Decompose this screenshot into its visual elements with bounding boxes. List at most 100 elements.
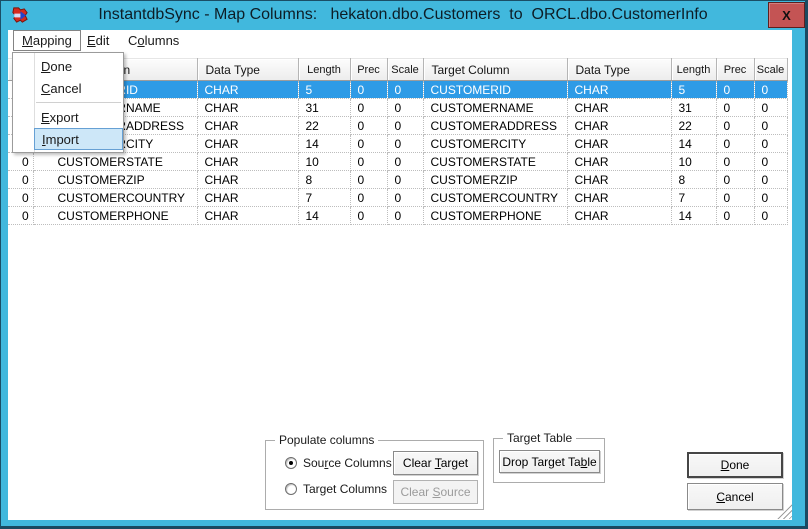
source-columns-radio[interactable]: Source Columns	[285, 456, 392, 470]
grid-cell[interactable]: 10	[671, 153, 716, 171]
grid-cell[interactable]: CHAR	[567, 99, 671, 117]
grid-cell[interactable]: 0	[754, 207, 787, 225]
grid-cell[interactable]: 0	[350, 117, 387, 135]
table-row[interactable]: 0CUSTOMERZIPCHAR800CUSTOMERZIPCHAR800	[8, 171, 787, 189]
grid-cell[interactable]: 0	[387, 171, 423, 189]
grid-cell[interactable]: CUSTOMERNAME	[423, 99, 567, 117]
grid-cell[interactable]: 14	[671, 207, 716, 225]
grid-cell[interactable]: 0	[754, 153, 787, 171]
grid-cell[interactable]: 0	[8, 153, 33, 171]
grid-cell[interactable]: 8	[298, 171, 350, 189]
grid-cell[interactable]: CHAR	[567, 153, 671, 171]
grid-cell[interactable]: 5	[671, 81, 716, 99]
grid-cell[interactable]: 0	[350, 171, 387, 189]
menu-item-cancel[interactable]: Cancel	[13, 77, 123, 99]
grid-cell[interactable]: CHAR	[567, 171, 671, 189]
grid-cell[interactable]: 0	[387, 135, 423, 153]
grid-cell[interactable]: CUSTOMERZIP	[33, 171, 197, 189]
grid-cell[interactable]: 0	[716, 153, 754, 171]
grid-cell[interactable]: 0	[387, 189, 423, 207]
grid-cell[interactable]: 0	[754, 135, 787, 153]
menubar-item-edit[interactable]: Edit	[79, 30, 117, 51]
grid-cell[interactable]: 0	[8, 207, 33, 225]
table-row[interactable]: 0CUSTOMERCOUNTRYCHAR700CUSTOMERCOUNTRYCH…	[8, 189, 787, 207]
grid-cell[interactable]: CHAR	[197, 117, 298, 135]
grid-cell[interactable]: 0	[387, 117, 423, 135]
grid-cell[interactable]: 31	[671, 99, 716, 117]
grid-cell[interactable]: CUSTOMERID	[423, 81, 567, 99]
done-button[interactable]: Done	[687, 452, 783, 478]
grid-cell[interactable]: 0	[350, 81, 387, 99]
grid-cell[interactable]: 0	[387, 99, 423, 117]
grid-cell[interactable]: CUSTOMERADDRESS	[423, 117, 567, 135]
table-row[interactable]: 0CUSTOMERIDCHAR500CUSTOMERIDCHAR500	[8, 81, 787, 99]
grid-cell[interactable]: CUSTOMERSTATE	[423, 153, 567, 171]
grid-cell[interactable]: CUSTOMERCITY	[423, 135, 567, 153]
grid-cell[interactable]: 0	[716, 189, 754, 207]
column-header[interactable]: Data Type	[197, 59, 298, 81]
column-header[interactable]: Data Type	[567, 59, 671, 81]
grid-cell[interactable]: CHAR	[567, 135, 671, 153]
grid-cell[interactable]: CHAR	[197, 99, 298, 117]
menu-item-export[interactable]: Export	[13, 106, 123, 128]
grid-cell[interactable]: 22	[298, 117, 350, 135]
grid-cell[interactable]: 0	[350, 189, 387, 207]
grid-cell[interactable]: CHAR	[567, 117, 671, 135]
grid-cell[interactable]: CHAR	[197, 81, 298, 99]
grid-cell[interactable]: 0	[716, 99, 754, 117]
grid-cell[interactable]: 31	[298, 99, 350, 117]
grid-cell[interactable]: 0	[716, 135, 754, 153]
column-header[interactable]: Scale	[754, 59, 787, 81]
grid-cell[interactable]: CUSTOMERPHONE	[33, 207, 197, 225]
grid-cell[interactable]: 0	[754, 171, 787, 189]
grid-cell[interactable]: 0	[716, 81, 754, 99]
grid-cell[interactable]: CUSTOMERCOUNTRY	[33, 189, 197, 207]
grid-cell[interactable]: CHAR	[567, 81, 671, 99]
grid-cell[interactable]: 0	[350, 207, 387, 225]
target-columns-radio[interactable]: Target Columns	[285, 482, 387, 496]
column-header[interactable]: Prec	[716, 59, 754, 81]
grid-cell[interactable]: CHAR	[197, 153, 298, 171]
column-header[interactable]: Scale	[387, 59, 423, 81]
grid-cell[interactable]: 0	[754, 189, 787, 207]
table-row[interactable]: 0CUSTOMERSTATECHAR1000CUSTOMERSTATECHAR1…	[8, 153, 787, 171]
grid-cell[interactable]: 0	[754, 99, 787, 117]
grid-cell[interactable]: 8	[671, 171, 716, 189]
clear-target-button[interactable]: Clear Target	[393, 451, 478, 475]
grid-cell[interactable]: CHAR	[567, 207, 671, 225]
column-header[interactable]: Length	[298, 59, 350, 81]
grid-cell[interactable]: 0	[387, 81, 423, 99]
cancel-button[interactable]: Cancel	[687, 483, 783, 510]
grid-cell[interactable]: 14	[298, 135, 350, 153]
grid-cell[interactable]: CUSTOMERCOUNTRY	[423, 189, 567, 207]
column-header[interactable]: Length	[671, 59, 716, 81]
close-button[interactable]: X	[768, 2, 805, 28]
grid-cell[interactable]: 0	[716, 171, 754, 189]
menu-item-done[interactable]: Done	[13, 55, 123, 77]
grid-cell[interactable]: CHAR	[197, 189, 298, 207]
grid-cell[interactable]: CUSTOMERSTATE	[33, 153, 197, 171]
grid-cell[interactable]: 7	[671, 189, 716, 207]
table-row[interactable]: 0CUSTOMERNAMECHAR3100CUSTOMERNAMECHAR310…	[8, 99, 787, 117]
clear-source-button[interactable]: Clear Source	[393, 480, 478, 504]
grid-cell[interactable]: CHAR	[197, 171, 298, 189]
grid-cell[interactable]: 5	[298, 81, 350, 99]
grid-cell[interactable]: 0	[754, 81, 787, 99]
menubar-item-mapping[interactable]: Mapping	[13, 30, 81, 51]
grid-cell[interactable]: 14	[671, 135, 716, 153]
grid-cell[interactable]: CUSTOMERZIP	[423, 171, 567, 189]
grid-cell[interactable]: CUSTOMERPHONE	[423, 207, 567, 225]
table-row[interactable]: 0CUSTOMERADDRESSCHAR2200CUSTOMERADDRESSC…	[8, 117, 787, 135]
table-row[interactable]: 0CUSTOMERCITYCHAR1400CUSTOMERCITYCHAR140…	[8, 135, 787, 153]
grid-cell[interactable]: CHAR	[197, 207, 298, 225]
grid-cell[interactable]: 0	[350, 135, 387, 153]
grid-cell[interactable]: CHAR	[197, 135, 298, 153]
grid-cell[interactable]: CHAR	[567, 189, 671, 207]
grid-cell[interactable]: 0	[8, 189, 33, 207]
grid-cell[interactable]: 14	[298, 207, 350, 225]
drop-target-table-button[interactable]: Drop Target Table	[499, 450, 600, 473]
menu-item-import[interactable]: Import	[34, 128, 123, 150]
grid-cell[interactable]: 0	[387, 207, 423, 225]
grid-cell[interactable]: 0	[8, 171, 33, 189]
table-row[interactable]: 0CUSTOMERPHONECHAR1400CUSTOMERPHONECHAR1…	[8, 207, 787, 225]
